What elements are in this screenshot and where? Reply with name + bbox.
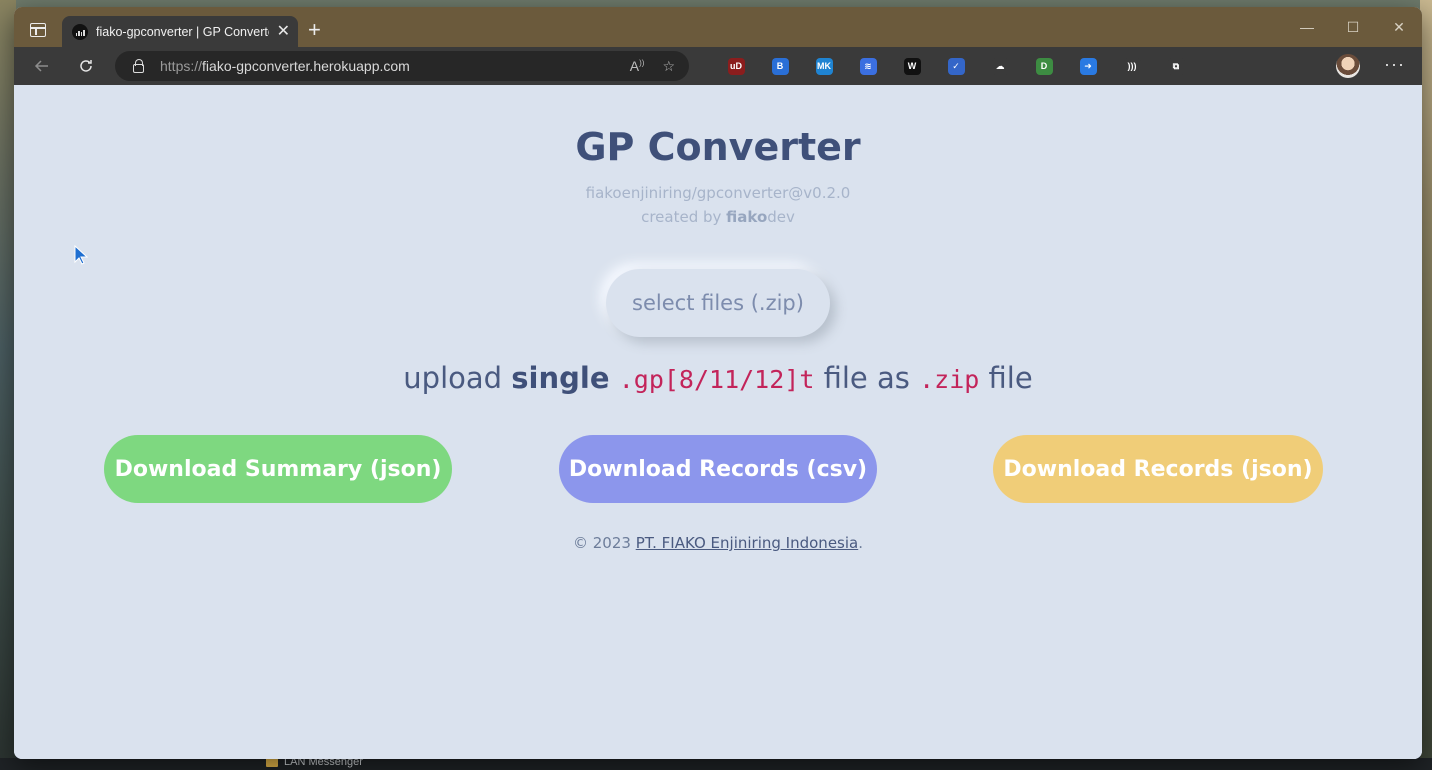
read-aloud-icon[interactable]: A)): [630, 58, 645, 75]
upload-instruction: upload single .gp[8/11/12]t file as .zip…: [403, 361, 1033, 395]
avatar[interactable]: [1336, 54, 1360, 78]
feather-icon-glyph: ≋: [859, 57, 877, 75]
favicon-icon: [72, 23, 88, 40]
browser-window: fiako-gpconverter | GP Converter ✕ + — ☐…: [14, 7, 1422, 759]
ublock-icon-glyph: uD: [727, 57, 745, 75]
ublock-icon[interactable]: uD: [714, 54, 758, 78]
cloud-icon-glyph: ☁: [991, 57, 1009, 75]
taskbar: LAN Messenger: [0, 756, 1432, 770]
sidebar-toggle-icon[interactable]: [30, 23, 46, 37]
check-icon-glyph: ✓: [947, 57, 965, 75]
address-bar[interactable]: https://fiako-gpconverter.herokuapp.com …: [115, 51, 689, 81]
check-icon[interactable]: ✓: [934, 54, 978, 78]
share-icon-glyph: ➜: [1079, 57, 1097, 75]
pushbullet-icon-glyph: D: [1035, 57, 1053, 75]
bitwarden-icon-glyph: B: [771, 57, 789, 75]
cloud-icon[interactable]: ☁: [978, 54, 1022, 78]
close-window-button[interactable]: ✕: [1376, 7, 1422, 47]
page-content: GP Converter fiakoenjiniring/gpconverter…: [14, 85, 1422, 759]
more-menu-button[interactable]: ···: [1384, 54, 1405, 75]
favorite-add-icon[interactable]: ☆: [662, 58, 675, 75]
version-text: fiakoenjiniring/gpconverter@v0.2.0: [585, 184, 851, 202]
puzzle-icon[interactable]: ⧉: [1154, 54, 1198, 78]
share-icon[interactable]: ➜: [1066, 54, 1110, 78]
select-files-button[interactable]: select files (.zip): [606, 269, 830, 337]
wifi-icon[interactable]: ))): [1110, 54, 1154, 78]
tab-close-icon[interactable]: ✕: [277, 23, 290, 40]
tab-title: fiako-gpconverter | GP Converter: [96, 24, 269, 39]
puzzle-icon-glyph: ⧉: [1167, 57, 1185, 75]
address-actions: A)) ☆: [630, 58, 675, 75]
bitwarden-icon[interactable]: B: [758, 54, 802, 78]
mk-icon-glyph: MK: [815, 57, 833, 75]
pushbullet-icon[interactable]: D: [1022, 54, 1066, 78]
download-summary-json-button[interactable]: Download Summary (json): [104, 435, 452, 503]
lock-icon[interactable]: [133, 58, 144, 73]
w-icon[interactable]: W: [890, 54, 934, 78]
creator-text: created by fiakodev: [641, 208, 795, 226]
back-arrow-icon: [34, 60, 48, 72]
maximize-button[interactable]: ☐: [1330, 7, 1376, 47]
reload-button[interactable]: [71, 51, 101, 81]
download-records-csv-button[interactable]: Download Records (csv): [559, 435, 877, 503]
extensions-bar: uD B MK ≋ W ✓ ☁ D ➜))) ⧉: [714, 54, 1198, 78]
download-records-json-button[interactable]: Download Records (json): [993, 435, 1323, 503]
mouse-cursor-icon: [74, 245, 88, 265]
mk-icon[interactable]: MK: [802, 54, 846, 78]
company-link[interactable]: PT. FIAKO Enjiniring Indonesia: [636, 534, 859, 552]
wifi-icon-glyph: ))): [1123, 57, 1141, 75]
tab-active[interactable]: fiako-gpconverter | GP Converter ✕: [62, 16, 298, 47]
w-icon-glyph: W: [903, 57, 921, 75]
minimize-button[interactable]: —: [1284, 7, 1330, 47]
page-title: GP Converter: [575, 125, 861, 169]
browser-toolbar: https://fiako-gpconverter.herokuapp.com …: [14, 47, 1422, 85]
url-text[interactable]: https://fiako-gpconverter.herokuapp.com: [160, 58, 630, 74]
title-bar: fiako-gpconverter | GP Converter ✕ + — ☐…: [14, 7, 1422, 47]
reload-icon: [80, 60, 92, 72]
feather-icon[interactable]: ≋: [846, 54, 890, 78]
new-tab-button[interactable]: +: [308, 19, 321, 41]
footer: © 2023 PT. FIAKO Enjiniring Indonesia.: [572, 534, 864, 552]
back-button[interactable]: [27, 51, 57, 81]
window-controls: — ☐ ✕: [1284, 7, 1422, 47]
